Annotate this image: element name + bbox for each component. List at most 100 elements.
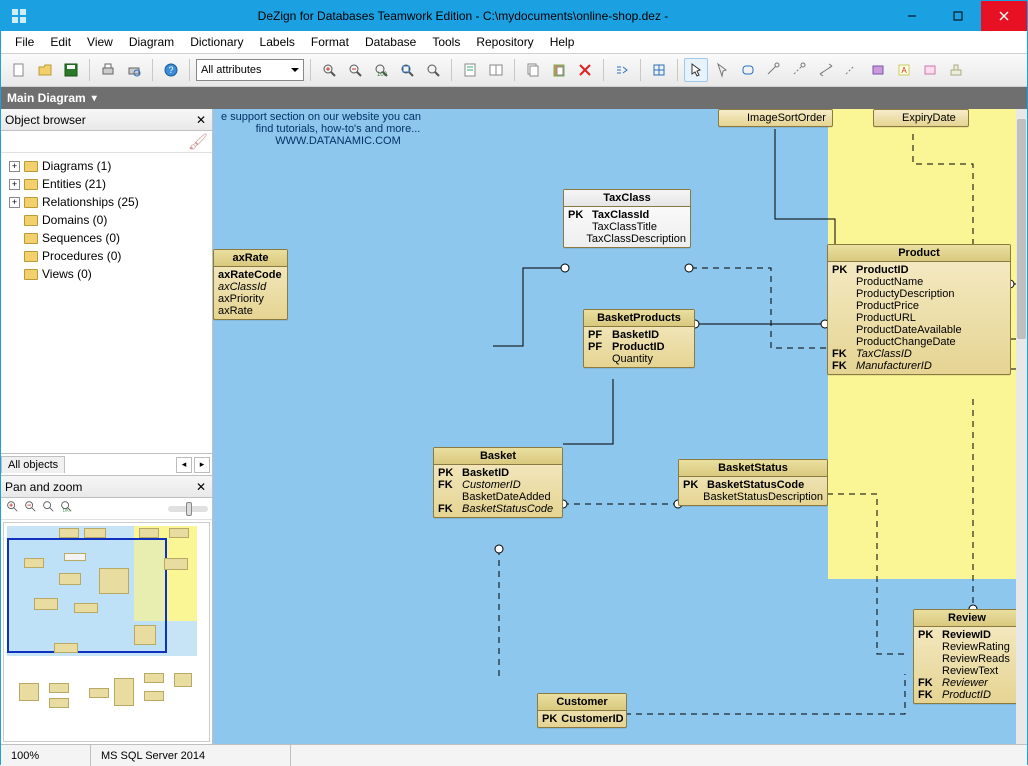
menu-view[interactable]: View (79, 33, 121, 51)
zoom-100-button[interactable]: 100 (369, 58, 393, 82)
minimize-button[interactable] (889, 1, 935, 31)
object-browser-close-icon[interactable]: ✕ (194, 113, 208, 127)
entity-basket[interactable]: Basket PKBasketID FKCustomerID BasketDat… (433, 447, 563, 518)
canvas-vscrollbar[interactable] (1016, 109, 1027, 744)
stamp-tool[interactable] (944, 58, 968, 82)
script-button[interactable] (458, 58, 482, 82)
pz-zoom-in-icon[interactable] (5, 499, 19, 518)
tree-item-domains[interactable]: Domains (0) (5, 211, 208, 229)
pan-tool[interactable] (710, 58, 734, 82)
entity-basketstatus[interactable]: BasketStatus PKBasketStatusCode BasketSt… (678, 459, 828, 506)
maximize-button[interactable] (935, 1, 981, 31)
view-tool[interactable] (866, 58, 890, 82)
relation-opt-tool[interactable] (840, 58, 864, 82)
statusbar: 100% MS SQL Server 2014 (1, 744, 1027, 766)
status-zoom: 100% (1, 745, 91, 766)
welcome-hint: e support section on our website you can… (213, 109, 463, 153)
entity-taxclass[interactable]: TaxClass PKTaxClassId TaxClassTitle TaxC… (563, 189, 691, 248)
pz-zoom-slider[interactable] (168, 506, 208, 512)
tree-item-sequences[interactable]: Sequences (0) (5, 229, 208, 247)
relation-mm-tool[interactable] (814, 58, 838, 82)
note-tool[interactable]: A (892, 58, 916, 82)
diagram-tabstrip: Main Diagram ▾ (1, 87, 1027, 109)
toolbar: ? All attributes 100 A (1, 53, 1027, 87)
tree-item-relationships[interactable]: +Relationships (25) (5, 193, 208, 211)
new-button[interactable] (7, 58, 31, 82)
entity-customer[interactable]: Customer PKCustomerID (537, 693, 627, 728)
open-button[interactable] (33, 58, 57, 82)
menu-diagram[interactable]: Diagram (121, 33, 182, 51)
menu-file[interactable]: File (7, 33, 42, 51)
attributes-combo[interactable]: All attributes (196, 59, 304, 81)
object-browser-tree[interactable]: +Diagrams (1) +Entities (21) +Relationsh… (1, 153, 212, 454)
menu-repository[interactable]: Repository (468, 33, 541, 51)
auto-layout-button[interactable] (610, 58, 634, 82)
zoom-out-button[interactable] (343, 58, 367, 82)
save-button[interactable] (59, 58, 83, 82)
diagram-tab-main[interactable]: Main Diagram (7, 91, 86, 105)
filter-prev-icon[interactable]: ◂ (176, 457, 192, 473)
filter-icon[interactable]: 🖌 (188, 132, 208, 152)
diagram-canvas[interactable]: e support section on our website you can… (213, 109, 1027, 744)
pz-zoom-fit-icon[interactable] (41, 499, 55, 518)
zoom-fit-button[interactable] (395, 58, 419, 82)
status-db: MS SQL Server 2014 (91, 745, 291, 766)
svg-text:100: 100 (63, 507, 71, 512)
menubar: File Edit View Diagram Dictionary Labels… (1, 31, 1027, 53)
entity-tool[interactable] (736, 58, 760, 82)
close-button[interactable] (981, 1, 1027, 31)
compare-button[interactable] (484, 58, 508, 82)
object-browser-tools: 🖌 (1, 131, 212, 153)
print-preview-button[interactable] (122, 58, 146, 82)
panzoom-header: Pan and zoom ✕ (1, 476, 212, 498)
titlebar: DeZign for Databases Teamwork Edition - … (1, 1, 1027, 31)
relation-nonid-tool[interactable] (788, 58, 812, 82)
menu-format[interactable]: Format (303, 33, 357, 51)
app-icon (7, 4, 31, 28)
copy-button[interactable] (521, 58, 545, 82)
pointer-tool[interactable] (684, 58, 708, 82)
menu-tools[interactable]: Tools (424, 33, 468, 51)
zoom-region-button[interactable] (421, 58, 445, 82)
entity-review[interactable]: Review PKReviewID ReviewRating ReviewRea… (913, 609, 1021, 704)
entity-taxrate[interactable]: axRate axRateCode axClassId axPriority a… (213, 249, 288, 320)
object-browser-filterbar: All objects ◂ ▸ (1, 454, 212, 476)
print-button[interactable] (96, 58, 120, 82)
svg-text:?: ? (168, 65, 173, 75)
entity-product[interactable]: Product PKProductID ProductName Producty… (827, 244, 1011, 375)
entity-basketproducts[interactable]: BasketProducts PFBasketID PFProductID Qu… (583, 309, 695, 368)
tab-dropdown-icon[interactable]: ▾ (92, 93, 97, 104)
svg-text:A: A (901, 66, 907, 75)
pz-zoom-out-icon[interactable] (23, 499, 37, 518)
delete-button[interactable] (573, 58, 597, 82)
entity-fragment[interactable]: ImageSortOrder (718, 109, 833, 127)
hint-link[interactable]: WWW.DATANAMIC.COM (275, 135, 400, 147)
menu-help[interactable]: Help (542, 33, 583, 51)
svg-text:100: 100 (377, 72, 388, 78)
object-browser-title: Object browser (5, 113, 86, 127)
relation-id-tool[interactable] (762, 58, 786, 82)
panzoom-close-icon[interactable]: ✕ (194, 480, 208, 494)
window-title: DeZign for Databases Teamwork Edition - … (37, 9, 889, 23)
grid-button[interactable] (647, 58, 671, 82)
filter-tab-all[interactable]: All objects (1, 456, 65, 473)
tree-item-entities[interactable]: +Entities (21) (5, 175, 208, 193)
tree-item-diagrams[interactable]: +Diagrams (1) (5, 157, 208, 175)
tree-item-views[interactable]: Views (0) (5, 265, 208, 283)
help-button[interactable]: ? (159, 58, 183, 82)
left-sidebar: Object browser ✕ 🖌 +Diagrams (1) +Entiti… (1, 109, 213, 744)
filter-next-icon[interactable]: ▸ (194, 457, 210, 473)
menu-edit[interactable]: Edit (42, 33, 79, 51)
menu-database[interactable]: Database (357, 33, 424, 51)
tree-item-procedures[interactable]: Procedures (0) (5, 247, 208, 265)
pz-zoom-100-icon[interactable]: 100 (59, 499, 73, 518)
panzoom-panel: 100 (1, 498, 212, 744)
entity-fragment[interactable]: ExpiryDate (873, 109, 969, 127)
menu-labels[interactable]: Labels (252, 33, 303, 51)
panzoom-title: Pan and zoom (5, 480, 82, 494)
minimap[interactable] (3, 522, 210, 742)
paste-button[interactable] (547, 58, 571, 82)
menu-dictionary[interactable]: Dictionary (182, 33, 251, 51)
zoom-in-button[interactable] (317, 58, 341, 82)
region-tool[interactable] (918, 58, 942, 82)
